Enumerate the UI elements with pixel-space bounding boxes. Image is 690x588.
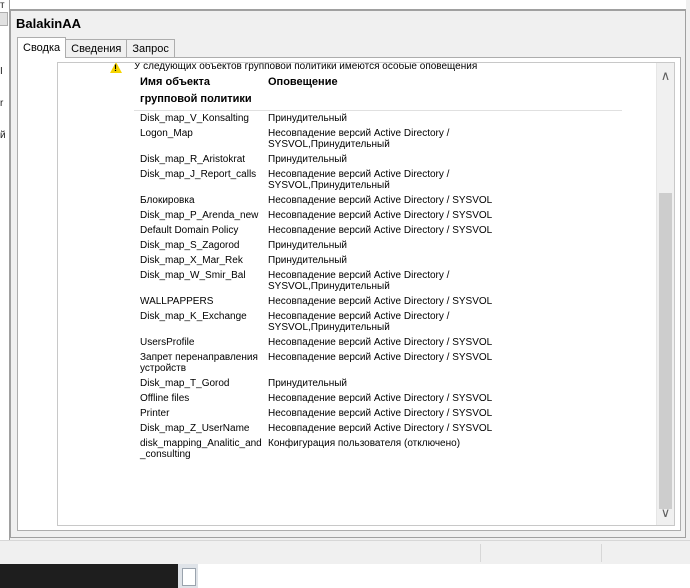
panel-title: BalakinAA: [16, 16, 82, 31]
table-row: Default Domain Policy Несовпадение версий…: [134, 223, 622, 238]
gpo-name-cell: disk_mapping_Analitic_and _consulting: [140, 438, 262, 460]
scrollbar-thumb[interactable]: [659, 193, 672, 509]
taskbar-empty-area: [198, 564, 690, 588]
gpo-alert-cell: Несовпадение версий Active Directory / S…: [268, 270, 450, 292]
gpo-name-cell: WALLPAPPERS: [140, 296, 214, 307]
notice-text: У следующих объектов групповой политики …: [134, 62, 478, 72]
gpo-alert-cell: Несовпадение версий Active Directory / S…: [268, 311, 450, 333]
table-row: Disk_map_R_Aristokrat Принудительный: [134, 152, 622, 167]
table-row: disk_mapping_Analitic_and _consulting Кон…: [134, 436, 622, 462]
status-bar: [0, 540, 690, 565]
gpo-alert-cell: Несовпадение версий Active Directory / S…: [268, 337, 493, 348]
table-row: Logon_Map Несовпадение версий Active Dire…: [134, 126, 622, 152]
left-tree-strip: т I r й: [0, 0, 10, 540]
table-row: Disk_map_K_Exchange Несовпадение версий A…: [134, 309, 622, 335]
gpo-alert-cell: Несовпадение версий Active Directory / S…: [268, 423, 493, 434]
table-row: Disk_map_V_Konsalting Принудительный: [134, 111, 622, 126]
status-separator: [601, 544, 602, 562]
tab-bar: Сводка Сведения Запрос: [17, 37, 175, 58]
gpo-alert-table: Имя объекта групповой политики Оповещени…: [134, 74, 622, 462]
table-row: Запрет перенаправления устройств Несовпад…: [134, 350, 622, 376]
gpo-alert-cell: Несовпадение версий Active Directory / S…: [268, 195, 493, 206]
gpo-name-cell: Запрет перенаправления устройств: [140, 352, 258, 374]
report-frame: ! У следующих объектов групповой политик…: [57, 62, 675, 526]
warning-icon-mark: !: [114, 63, 117, 73]
gpo-name-cell: UsersProfile: [140, 337, 195, 348]
gpo-alert-cell: Принудительный: [268, 378, 347, 389]
table-body: Disk_map_V_Konsalting Принудительный Logon…: [134, 111, 622, 462]
gpo-alert-cell: Несовпадение версий Active Directory / S…: [268, 296, 493, 307]
left-strip-char: й: [0, 130, 6, 141]
table-row: Блокировка Несовпадение версий Active Dir…: [134, 193, 622, 208]
gpo-alert-cell: Несовпадение версий Active Directory / S…: [268, 393, 493, 404]
gpo-alert-cell: Принудительный: [268, 255, 347, 266]
gpo-name-cell: Disk_map_V_Konsalting: [140, 113, 249, 124]
chevron-down-icon[interactable]: ∨: [657, 504, 674, 521]
gpo-alert-cell: Принудительный: [268, 154, 347, 165]
gpo-alert-cell: Конфигурация пользователя (отключено): [268, 438, 461, 449]
left-strip-button-edge[interactable]: [0, 12, 8, 26]
gpo-name-cell: Disk_map_T_Gorod: [140, 378, 230, 389]
column-header-alert: Оповещение: [268, 76, 338, 88]
table-row: Disk_map_X_Mar_Rek Принудительный: [134, 253, 622, 268]
gpo-alert-cell: Принудительный: [268, 113, 347, 124]
table-row: Printer Несовпадение версий Active Direct…: [134, 406, 622, 421]
gpo-name-cell: Блокировка: [140, 195, 195, 206]
chevron-up-icon[interactable]: ∧: [657, 67, 674, 84]
tab-query[interactable]: Запрос: [126, 39, 175, 57]
vertical-scrollbar[interactable]: ∧ ∨: [656, 63, 674, 525]
gpo-alert-cell: Несовпадение версий Active Directory / S…: [268, 169, 450, 191]
gpo-name-cell: Disk_map_K_Exchange: [140, 311, 247, 322]
taskbar: [0, 564, 690, 588]
tab-details[interactable]: Сведения: [65, 39, 128, 57]
gpo-name-cell: Disk_map_Z_UserName: [140, 423, 250, 434]
left-strip-char: т: [0, 0, 5, 11]
table-row: WALLPAPPERS Несовпадение версий Active Di…: [134, 294, 622, 309]
gpo-details-panel: BalakinAA Сводка Сведения Запрос ! У сле…: [10, 10, 686, 538]
gpo-name-cell: Disk_map_J_Report_calls: [140, 169, 257, 180]
left-strip-char: r: [0, 98, 4, 109]
gpo-alert-cell: Несовпадение версий Active Directory / S…: [268, 225, 493, 236]
gpo-name-cell: Disk_map_R_Aristokrat: [140, 154, 246, 165]
gpo-name-cell: Offline files: [140, 393, 190, 404]
table-row: Disk_map_T_Gorod Принудительный: [134, 376, 622, 391]
gpo-name-cell: Disk_map_X_Mar_Rek: [140, 255, 243, 266]
gpo-alert-cell: Несовпадение версий Active Directory / S…: [268, 408, 493, 419]
panel-top-edge: [10, 0, 686, 10]
gpo-name-cell: Default Domain Policy: [140, 225, 239, 236]
table-header: Имя объекта групповой политики Оповещени…: [134, 74, 622, 111]
summary-tab-page: ! У следующих объектов групповой политик…: [17, 57, 681, 531]
gpo-alert-cell: Несовпадение версий Active Directory / S…: [268, 128, 450, 150]
gpo-name-cell: Disk_map_P_Arenda_new: [140, 210, 259, 221]
gpo-alert-cell: Несовпадение версий Active Directory / S…: [268, 210, 493, 221]
tab-summary[interactable]: Сводка: [17, 37, 67, 58]
left-strip-char: I: [0, 66, 3, 77]
status-separator: [480, 544, 481, 562]
gpo-alert-cell: Принудительный: [268, 240, 347, 251]
table-row: Disk_map_P_Arenda_new Несовпадение версий…: [134, 208, 622, 223]
gpo-name-cell: Logon_Map: [140, 128, 193, 139]
table-row: Disk_map_Z_UserName Несовпадение версий A…: [134, 421, 622, 436]
table-row: Offline files Несовпадение версий Active …: [134, 391, 622, 406]
table-row: Disk_map_J_Report_calls Несовпадение верс…: [134, 167, 622, 193]
document-icon: [182, 568, 196, 586]
gpo-name-cell: Disk_map_W_Smir_Bal: [140, 270, 246, 281]
gpo-alert-cell: Несовпадение версий Active Directory / S…: [268, 352, 493, 363]
gpo-name-cell: Disk_map_S_Zagorod: [140, 240, 240, 251]
column-header-name: Имя объекта групповой политики: [140, 76, 252, 105]
taskbar-window-button[interactable]: [178, 564, 198, 588]
table-row: Disk_map_S_Zagorod Принудительный: [134, 238, 622, 253]
table-row: Disk_map_W_Smir_Bal Несовпадение версий A…: [134, 268, 622, 294]
gpo-name-cell: Printer: [140, 408, 170, 419]
table-row: UsersProfile Несовпадение версий Active D…: [134, 335, 622, 350]
